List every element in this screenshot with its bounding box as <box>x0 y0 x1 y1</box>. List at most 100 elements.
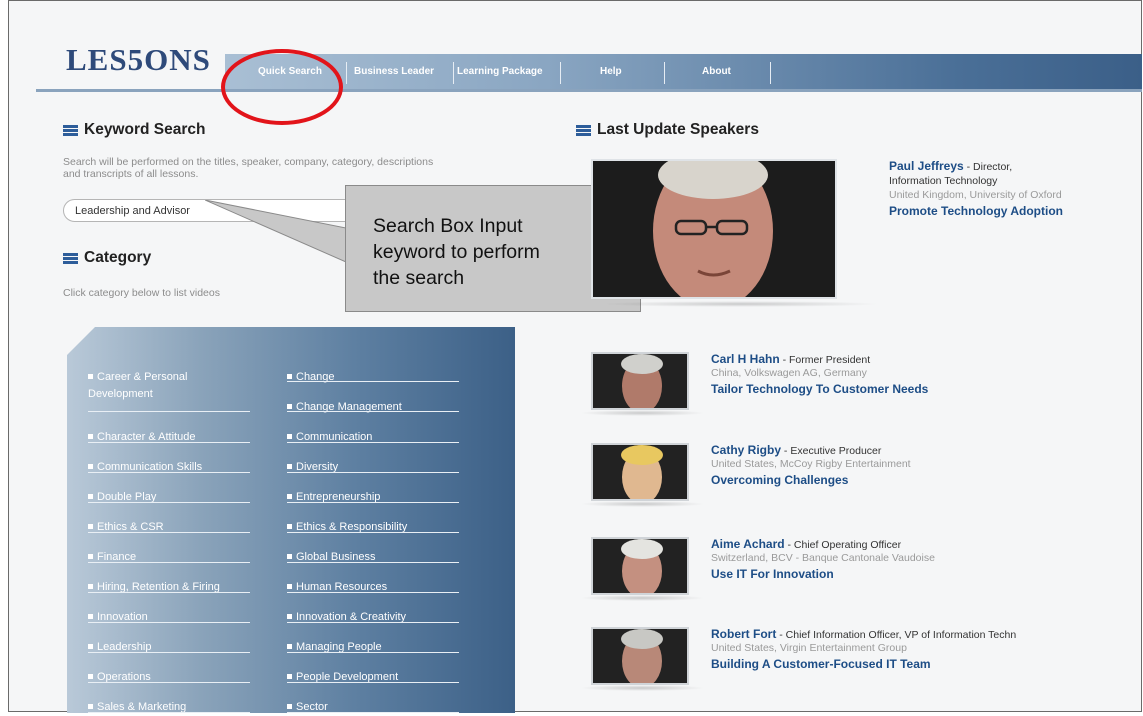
category-divider <box>88 411 250 412</box>
category-item[interactable]: Communication Skills <box>88 459 238 476</box>
speaker-name[interactable]: Cathy Rigby - Executive Producer <box>711 443 881 457</box>
bullet-icon <box>287 404 292 409</box>
bullet-icon <box>287 494 292 499</box>
category-divider <box>88 442 250 443</box>
bullet-icon <box>287 554 292 559</box>
keyword-search-heading: Keyword Search <box>63 121 205 139</box>
nav-help[interactable]: Help <box>600 66 622 77</box>
bullet-icon <box>88 434 93 439</box>
lesson-link[interactable]: Use IT For Innovation <box>711 567 834 581</box>
speaker-thumbnail[interactable] <box>591 627 689 685</box>
speaker-name[interactable]: Aime Achard - Chief Operating Officer <box>711 537 901 551</box>
speaker-name[interactable]: Robert Fort - Chief Information Officer,… <box>711 627 1016 641</box>
bullet-icon <box>287 614 292 619</box>
bullet-icon <box>287 704 292 709</box>
category-divider <box>88 472 250 473</box>
speaker-thumbnail[interactable] <box>591 443 689 501</box>
speaker-thumbnail[interactable] <box>591 352 689 410</box>
photo-shadow <box>600 301 880 307</box>
category-item[interactable]: Global Business <box>287 549 452 566</box>
category-item[interactable]: Entrepreneurship <box>287 489 452 506</box>
category-divider <box>88 652 250 653</box>
category-divider <box>287 652 459 653</box>
featured-lesson-link[interactable]: Promote Technology Adoption <box>889 204 1063 218</box>
nav-divider <box>664 62 665 84</box>
featured-speaker-location: United Kingdom, University of Oxford <box>889 189 1062 201</box>
category-item[interactable]: Innovation & Creativity <box>287 609 452 626</box>
speaker-portrait-icon <box>593 629 687 683</box>
category-item[interactable]: Managing People <box>287 639 452 656</box>
bullet-icon <box>88 524 93 529</box>
category-divider <box>88 682 250 683</box>
bullet-icon <box>287 644 292 649</box>
thumbnail-shadow <box>580 595 705 601</box>
speaker-name[interactable]: Carl H Hahn - Former President <box>711 352 870 366</box>
bullet-icon <box>287 464 292 469</box>
category-item[interactable]: Change <box>287 369 452 386</box>
speaker-thumbnail[interactable] <box>591 537 689 595</box>
category-item[interactable]: Sales & Marketing <box>88 699 238 716</box>
category-item[interactable]: Innovation <box>88 609 238 626</box>
nav-business-leader[interactable]: Business Leader <box>354 66 434 77</box>
thumbnail-shadow <box>580 685 705 691</box>
thumbnail-shadow <box>580 501 705 507</box>
nav-underline <box>36 89 1142 92</box>
lesson-link[interactable]: Overcoming Challenges <box>711 473 848 487</box>
category-item[interactable]: Human Resources <box>287 579 452 596</box>
category-item[interactable]: Career & Personal Development <box>88 369 238 403</box>
keyword-search-description: Search will be performed on the titles, … <box>63 156 434 180</box>
category-divider <box>287 562 459 563</box>
nav-about[interactable]: About <box>702 66 731 77</box>
category-divider <box>287 682 459 683</box>
category-item[interactable]: Communication <box>287 429 452 446</box>
bullet-icon <box>88 584 93 589</box>
lesson-link[interactable]: Building A Customer-Focused IT Team <box>711 657 931 671</box>
last-update-speakers-heading: Last Update Speakers <box>576 121 759 139</box>
category-item[interactable]: Leadership <box>88 639 238 656</box>
lesson-link[interactable]: Tailor Technology To Customer Needs <box>711 382 928 396</box>
category-item[interactable]: People Development <box>287 669 452 686</box>
speaker-location: China, Volkswagen AG, Germany <box>711 367 867 379</box>
bullet-icon <box>88 614 93 619</box>
category-divider <box>287 442 459 443</box>
category-item[interactable]: Sector <box>287 699 452 716</box>
category-item[interactable]: Ethics & Responsibility <box>287 519 452 536</box>
nav-learning-package[interactable]: Learning Package <box>457 66 543 77</box>
category-divider <box>287 472 459 473</box>
category-divider <box>88 622 250 623</box>
category-item[interactable]: Double Play <box>88 489 238 506</box>
list-icon <box>63 124 78 136</box>
site-logo[interactable]: LES5ONS <box>66 42 211 78</box>
nav-divider <box>560 62 561 84</box>
bullet-icon <box>88 374 93 379</box>
bullet-icon <box>287 674 292 679</box>
list-icon <box>63 252 78 264</box>
bullet-icon <box>88 644 93 649</box>
callout-text: Search Box Input keyword to perform the … <box>373 215 540 289</box>
speaker-location: United States, McCoy Rigby Entertainment <box>711 458 911 470</box>
speaker-portrait-icon <box>593 445 687 499</box>
thumbnail-shadow <box>580 410 705 416</box>
category-item[interactable]: Operations <box>88 669 238 686</box>
category-item[interactable]: Finance <box>88 549 238 566</box>
featured-speaker-photo[interactable] <box>591 159 837 299</box>
featured-speaker-name[interactable]: Paul Jeffreys - Director, <box>889 159 1012 173</box>
category-item[interactable]: Ethics & CSR <box>88 519 238 536</box>
bullet-icon <box>88 554 93 559</box>
category-item[interactable]: Hiring, Retention & Firing <box>88 579 238 596</box>
bullet-icon <box>287 524 292 529</box>
speaker-location: United States, Virgin Entertainment Grou… <box>711 642 907 654</box>
category-item[interactable]: Diversity <box>287 459 452 476</box>
category-divider <box>88 502 250 503</box>
bullet-icon <box>88 704 93 709</box>
category-item[interactable]: Character & Attitude <box>88 429 238 446</box>
category-heading: Category <box>63 249 151 267</box>
speaker-portrait-icon <box>593 354 687 408</box>
bullet-icon <box>88 464 93 469</box>
nav-divider <box>346 62 347 84</box>
category-item[interactable]: Change Management <box>287 399 452 416</box>
nav-divider <box>453 62 454 84</box>
list-icon <box>576 124 591 136</box>
category-description: Click category below to list videos <box>63 287 220 299</box>
speaker-portrait-icon <box>593 539 687 593</box>
